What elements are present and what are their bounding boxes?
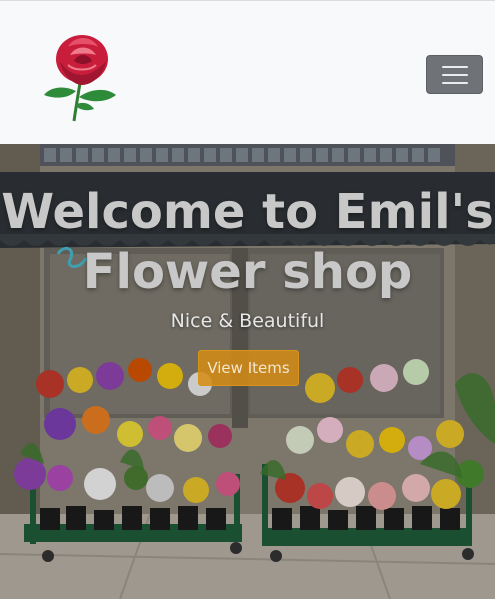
view-items-button[interactable]: View Items [198,350,299,386]
rose-logo[interactable] [38,25,122,123]
hero-title: Welcome to Emil's Flower shop [0,182,495,302]
hamburger-icon-bar [441,81,468,84]
hamburger-icon-bar [441,73,468,76]
hero-subtitle: Nice & Beautiful [170,310,325,332]
navbar-toggler-button[interactable] [426,55,483,94]
hero-title-line2: Flower shop [82,244,413,300]
navbar [0,0,495,144]
hero-title-line1: Welcome to Emil's [1,184,494,240]
hamburger-icon-bar [441,65,468,68]
